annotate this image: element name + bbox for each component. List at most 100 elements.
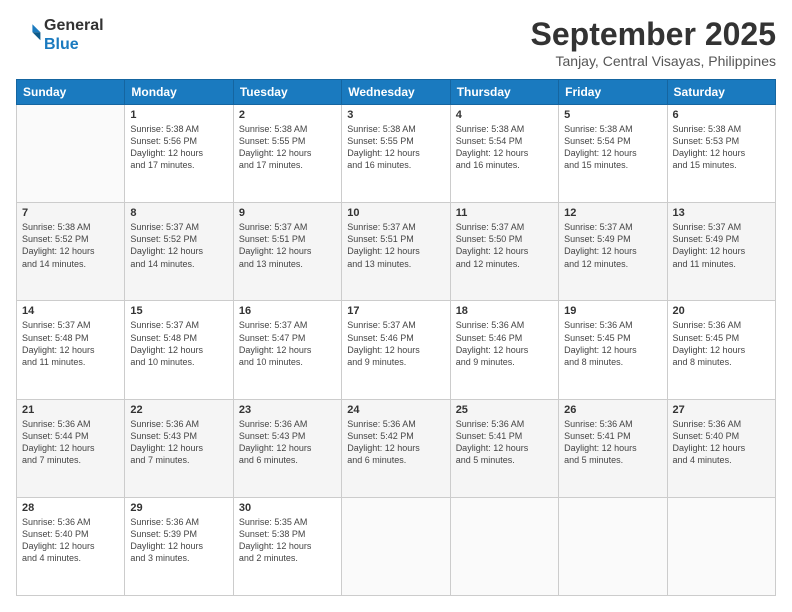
- table-row: 28Sunrise: 5:36 AM Sunset: 5:40 PM Dayli…: [17, 497, 125, 595]
- day-info: Sunrise: 5:36 AM Sunset: 5:45 PM Dayligh…: [673, 319, 770, 368]
- day-info: Sunrise: 5:36 AM Sunset: 5:46 PM Dayligh…: [456, 319, 553, 368]
- day-number: 6: [673, 109, 770, 121]
- table-row: 1 Sunrise: 5:38 AM Sunset: 5:56 PM Daylig…: [125, 105, 233, 203]
- location: Tanjay, Central Visayas, Philippines: [531, 53, 776, 69]
- table-row: 3Sunrise: 5:38 AM Sunset: 5:55 PM Daylig…: [342, 105, 450, 203]
- day-info: Sunrise: 5:36 AM Sunset: 5:45 PM Dayligh…: [564, 319, 661, 368]
- title-block: September 2025 Tanjay, Central Visayas, …: [531, 16, 776, 69]
- day-number: 19: [564, 305, 661, 317]
- day-number: 23: [239, 404, 336, 416]
- table-row: 15Sunrise: 5:37 AM Sunset: 5:48 PM Dayli…: [125, 301, 233, 399]
- day-number: 25: [456, 404, 553, 416]
- page: General Blue September 2025 Tanjay, Cent…: [0, 0, 792, 612]
- day-number: 8: [130, 207, 227, 219]
- day-number: 29: [130, 502, 227, 514]
- calendar-week-row: 21 Sunrise: 5:36 AM Sunset: 5:44 PM Dayli…: [17, 399, 776, 497]
- day-info: Sunrise: 5:36 AM Sunset: 5:41 PM Dayligh…: [564, 418, 661, 467]
- day-info: Sunrise: 5:38 AM Sunset: 5:54 PM Dayligh…: [456, 123, 553, 172]
- day-number: 26: [564, 404, 661, 416]
- day-number: 27: [673, 404, 770, 416]
- table-row: 7Sunrise: 5:38 AM Sunset: 5:52 PM Daylig…: [17, 203, 125, 301]
- table-row: 22 Sunrise: 5:36 AM Sunset: 5:43 PM Dayli…: [125, 399, 233, 497]
- table-row: 16Sunrise: 5:37 AM Sunset: 5:47 PM Dayli…: [233, 301, 341, 399]
- header-friday: Friday: [559, 80, 667, 105]
- table-row: 25 Sunrise: 5:36 AM Sunset: 5:41 PM Dayli…: [450, 399, 558, 497]
- day-number: 30: [239, 502, 336, 514]
- header-monday: Monday: [125, 80, 233, 105]
- day-info: Sunrise: 5:37 AM Sunset: 5:50 PM Dayligh…: [456, 221, 553, 270]
- table-row: 5 Sunrise: 5:38 AM Sunset: 5:54 PM Daylig…: [559, 105, 667, 203]
- day-number: 22: [130, 404, 227, 416]
- logo-blue: Blue: [44, 36, 79, 53]
- table-row: 27Sunrise: 5:36 AM Sunset: 5:40 PM Dayli…: [667, 399, 775, 497]
- day-info: Sunrise: 5:38 AM Sunset: 5:54 PM Dayligh…: [564, 123, 661, 172]
- calendar-week-row: 1 Sunrise: 5:38 AM Sunset: 5:56 PM Daylig…: [17, 105, 776, 203]
- day-number: 15: [130, 305, 227, 317]
- table-row: 24 Sunrise: 5:36 AM Sunset: 5:42 PM Dayli…: [342, 399, 450, 497]
- day-number: 17: [347, 305, 444, 317]
- table-row: 12 Sunrise: 5:37 AM Sunset: 5:49 PM Dayli…: [559, 203, 667, 301]
- day-number: 11: [456, 207, 553, 219]
- day-number: 9: [239, 207, 336, 219]
- day-number: 18: [456, 305, 553, 317]
- calendar-table: Sunday Monday Tuesday Wednesday Thursday…: [16, 79, 776, 596]
- table-row: 14 Sunrise: 5:37 AM Sunset: 5:48 PM Dayli…: [17, 301, 125, 399]
- day-info: Sunrise: 5:37 AM Sunset: 5:52 PM Dayligh…: [130, 221, 227, 270]
- table-row: 13 Sunrise: 5:37 AM Sunset: 5:49 PM Dayli…: [667, 203, 775, 301]
- day-info: Sunrise: 5:37 AM Sunset: 5:46 PM Dayligh…: [347, 319, 444, 368]
- day-number: 20: [673, 305, 770, 317]
- table-row: [17, 105, 125, 203]
- day-number: 12: [564, 207, 661, 219]
- table-row: 19 Sunrise: 5:36 AM Sunset: 5:45 PM Dayli…: [559, 301, 667, 399]
- table-row: [450, 497, 558, 595]
- logo-icon: [18, 21, 42, 45]
- day-info: Sunrise: 5:36 AM Sunset: 5:44 PM Dayligh…: [22, 418, 119, 467]
- day-number: 1: [130, 109, 227, 121]
- header-sunday: Sunday: [17, 80, 125, 105]
- day-number: 10: [347, 207, 444, 219]
- calendar-week-row: 7Sunrise: 5:38 AM Sunset: 5:52 PM Daylig…: [17, 203, 776, 301]
- day-info: Sunrise: 5:38 AM Sunset: 5:53 PM Dayligh…: [673, 123, 770, 172]
- day-info: Sunrise: 5:38 AM Sunset: 5:55 PM Dayligh…: [239, 123, 336, 172]
- day-number: 13: [673, 207, 770, 219]
- day-info: Sunrise: 5:37 AM Sunset: 5:48 PM Dayligh…: [22, 319, 119, 368]
- day-number: 24: [347, 404, 444, 416]
- table-row: 26 Sunrise: 5:36 AM Sunset: 5:41 PM Dayli…: [559, 399, 667, 497]
- table-row: 10 Sunrise: 5:37 AM Sunset: 5:51 PM Dayli…: [342, 203, 450, 301]
- day-number: 14: [22, 305, 119, 317]
- table-row: 18 Sunrise: 5:36 AM Sunset: 5:46 PM Dayli…: [450, 301, 558, 399]
- month-title: September 2025: [531, 16, 776, 53]
- day-number: 21: [22, 404, 119, 416]
- table-row: [342, 497, 450, 595]
- calendar-week-row: 14 Sunrise: 5:37 AM Sunset: 5:48 PM Dayli…: [17, 301, 776, 399]
- table-row: 6 Sunrise: 5:38 AM Sunset: 5:53 PM Daylig…: [667, 105, 775, 203]
- day-number: 28: [22, 502, 119, 514]
- header-saturday: Saturday: [667, 80, 775, 105]
- header-tuesday: Tuesday: [233, 80, 341, 105]
- day-info: Sunrise: 5:38 AM Sunset: 5:55 PM Dayligh…: [347, 123, 444, 172]
- table-row: [667, 497, 775, 595]
- day-number: 7: [22, 207, 119, 219]
- header: General Blue September 2025 Tanjay, Cent…: [16, 16, 776, 69]
- table-row: 11 Sunrise: 5:37 AM Sunset: 5:50 PM Dayli…: [450, 203, 558, 301]
- day-number: 16: [239, 305, 336, 317]
- day-info: Sunrise: 5:36 AM Sunset: 5:43 PM Dayligh…: [130, 418, 227, 467]
- table-row: 8 Sunrise: 5:37 AM Sunset: 5:52 PM Daylig…: [125, 203, 233, 301]
- day-info: Sunrise: 5:37 AM Sunset: 5:49 PM Dayligh…: [673, 221, 770, 270]
- table-row: 4Sunrise: 5:38 AM Sunset: 5:54 PM Daylig…: [450, 105, 558, 203]
- calendar-week-row: 28Sunrise: 5:36 AM Sunset: 5:40 PM Dayli…: [17, 497, 776, 595]
- day-info: Sunrise: 5:36 AM Sunset: 5:41 PM Dayligh…: [456, 418, 553, 467]
- day-number: 2: [239, 109, 336, 121]
- table-row: 23Sunrise: 5:36 AM Sunset: 5:43 PM Dayli…: [233, 399, 341, 497]
- table-row: 30Sunrise: 5:35 AM Sunset: 5:38 PM Dayli…: [233, 497, 341, 595]
- day-info: Sunrise: 5:37 AM Sunset: 5:51 PM Dayligh…: [347, 221, 444, 270]
- day-info: Sunrise: 5:38 AM Sunset: 5:56 PM Dayligh…: [130, 123, 227, 172]
- day-info: Sunrise: 5:37 AM Sunset: 5:51 PM Dayligh…: [239, 221, 336, 270]
- day-number: 5: [564, 109, 661, 121]
- day-info: Sunrise: 5:37 AM Sunset: 5:49 PM Dayligh…: [564, 221, 661, 270]
- table-row: 2 Sunrise: 5:38 AM Sunset: 5:55 PM Daylig…: [233, 105, 341, 203]
- table-row: [559, 497, 667, 595]
- table-row: 9 Sunrise: 5:37 AM Sunset: 5:51 PM Daylig…: [233, 203, 341, 301]
- calendar-header-row: Sunday Monday Tuesday Wednesday Thursday…: [17, 80, 776, 105]
- day-info: Sunrise: 5:36 AM Sunset: 5:42 PM Dayligh…: [347, 418, 444, 467]
